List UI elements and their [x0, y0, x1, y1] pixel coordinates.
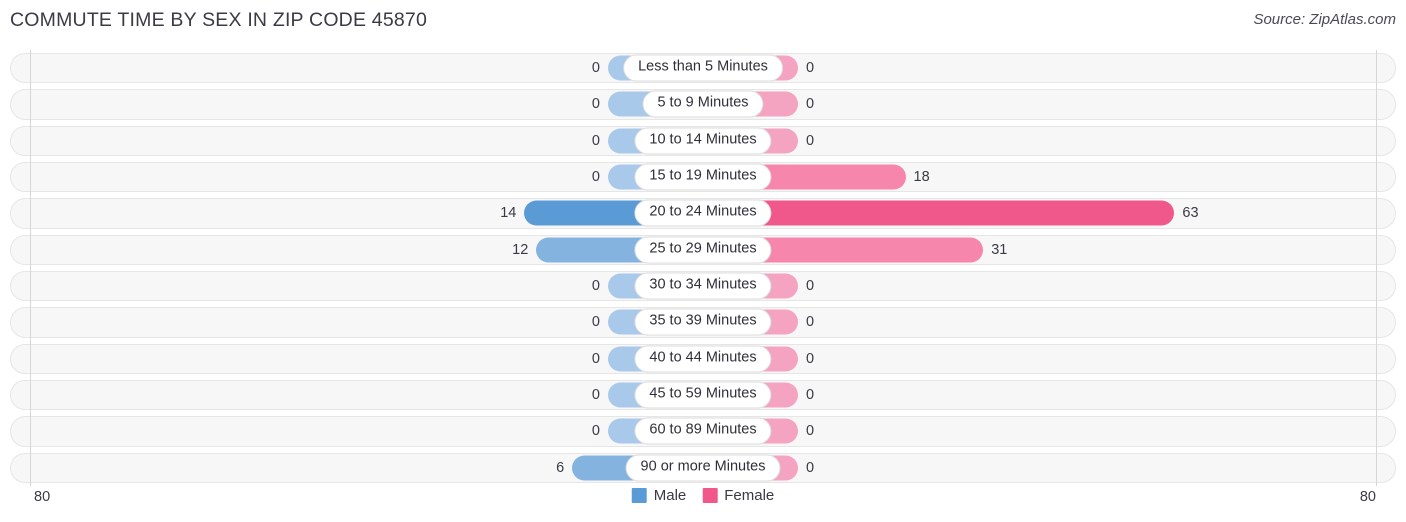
category-label: 10 to 14 Minutes: [634, 127, 772, 155]
legend-swatch-female-icon: [702, 488, 718, 503]
category-label: 40 to 44 Minutes: [634, 345, 772, 373]
value-label-male: 0: [591, 350, 600, 367]
axis-line-left: [30, 50, 31, 486]
legend-label-female: Female: [724, 487, 775, 504]
bar-row: 0 18 15 to 19 Minutes: [0, 159, 1406, 195]
legend-item-female[interactable]: Female: [702, 487, 774, 504]
value-label-male: 0: [591, 96, 600, 113]
category-label: 25 to 29 Minutes: [634, 236, 772, 264]
legend-swatch-male-icon: [631, 488, 647, 503]
chart-header: COMMUTE TIME BY SEX IN ZIP CODE 45870 So…: [0, 0, 1406, 44]
bar-female[interactable]: [703, 200, 1175, 226]
value-label-male: 0: [591, 423, 600, 440]
category-label: 60 to 89 Minutes: [634, 417, 772, 445]
bar-row: 12 31 25 to 29 Minutes: [0, 232, 1406, 268]
bar-row: 0 0 Less than 5 Minutes: [0, 50, 1406, 86]
value-label-female: 0: [806, 314, 815, 331]
bar-row: 0 0 30 to 34 Minutes: [0, 268, 1406, 304]
value-label-female: 0: [806, 96, 815, 113]
category-label: 90 or more Minutes: [625, 454, 781, 482]
value-label-male: 0: [591, 168, 600, 185]
value-label-male: 12: [512, 241, 529, 258]
value-label-female: 63: [1182, 205, 1199, 222]
bar-row: 0 0 10 to 14 Minutes: [0, 123, 1406, 159]
value-label-female: 0: [806, 423, 815, 440]
bar-row: 0 0 35 to 39 Minutes: [0, 304, 1406, 340]
value-label-female: 0: [806, 277, 815, 294]
category-label: Less than 5 Minutes: [623, 54, 783, 82]
category-label: 35 to 39 Minutes: [634, 308, 772, 336]
page-title: COMMUTE TIME BY SEX IN ZIP CODE 45870: [10, 9, 428, 31]
axis-tick-left: 80: [34, 489, 51, 505]
bar-row: 0 0 40 to 44 Minutes: [0, 341, 1406, 377]
value-label-female: 0: [806, 132, 815, 149]
value-label-male: 0: [591, 59, 600, 76]
value-label-male: 0: [591, 132, 600, 149]
value-label-female: 0: [806, 350, 815, 367]
source-attribution: Source: ZipAtlas.com: [1253, 11, 1396, 28]
axis-line-right: [1376, 50, 1377, 486]
bar-row: 0 0 5 to 9 Minutes: [0, 86, 1406, 122]
value-label-male: 0: [591, 386, 600, 403]
value-label-female: 0: [806, 386, 815, 403]
value-label-female: 0: [806, 459, 815, 476]
bar-rows: 0 0 Less than 5 Minutes 0 0 5 to 9 Minutes 0 0 1…: [0, 50, 1406, 486]
plot-area: 0 0 Less than 5 Minutes 0 0 5 to 9 Minutes 0 0 1…: [0, 50, 1406, 486]
value-label-female: 18: [913, 168, 930, 185]
category-label: 45 to 59 Minutes: [634, 381, 772, 409]
bar-row: 14 63 20 to 24 Minutes: [0, 195, 1406, 231]
commute-time-chart: COMMUTE TIME BY SEX IN ZIP CODE 45870 So…: [0, 0, 1406, 522]
value-label-female: 0: [806, 59, 815, 76]
category-label: 30 to 34 Minutes: [634, 272, 772, 300]
category-label: 5 to 9 Minutes: [642, 90, 764, 118]
value-label-female: 31: [991, 241, 1008, 258]
value-label-male: 14: [500, 205, 517, 222]
bar-row: 6 0 90 or more Minutes: [0, 450, 1406, 486]
chart-footer: 80 80 Male Female: [0, 486, 1406, 522]
chart-legend: Male Female: [631, 487, 774, 504]
value-label-male: 0: [591, 277, 600, 294]
value-label-male: 6: [556, 459, 565, 476]
category-label: 20 to 24 Minutes: [634, 199, 772, 227]
axis-tick-right: 80: [1359, 489, 1376, 505]
legend-item-male[interactable]: Male: [631, 487, 687, 504]
bar-row: 0 0 60 to 89 Minutes: [0, 413, 1406, 449]
value-label-male: 0: [591, 314, 600, 331]
legend-label-male: Male: [653, 487, 687, 504]
category-label: 15 to 19 Minutes: [634, 163, 772, 191]
bar-row: 0 0 45 to 59 Minutes: [0, 377, 1406, 413]
